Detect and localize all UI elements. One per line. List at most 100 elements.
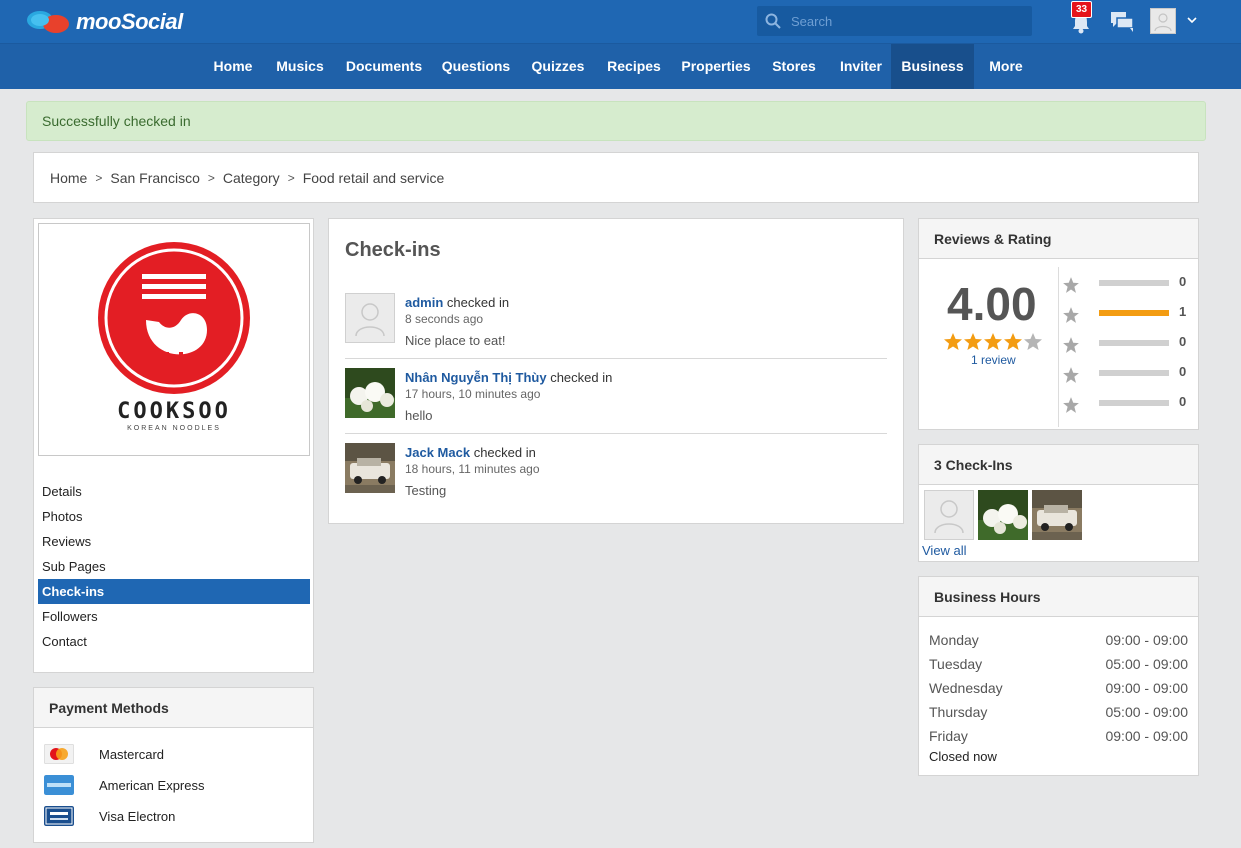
messages-icon[interactable] [1111, 12, 1133, 32]
nav-business[interactable]: Business [891, 44, 974, 89]
menu-photos[interactable]: Photos [38, 504, 310, 529]
checkin-avatar[interactable] [345, 368, 395, 418]
hours-time: 09:00 - 09:00 [1105, 680, 1188, 696]
checkin-thumb[interactable] [978, 490, 1028, 540]
user-avatar[interactable] [1150, 8, 1176, 34]
user-silhouette-icon [355, 303, 385, 337]
rating-score: 4.00 [947, 278, 1037, 330]
hours-day: Wednesday [929, 680, 1003, 696]
checkin-action: checked in [473, 445, 536, 460]
payment-mastercard: Mastercard [44, 742, 164, 766]
hours-day: Monday [929, 632, 979, 648]
hours-time: 09:00 - 09:00 [1105, 728, 1188, 744]
hours-day: Thursday [929, 704, 988, 720]
nav-quizzes[interactable]: Quizzes [525, 44, 591, 89]
search-input[interactable] [791, 13, 1011, 29]
breadcrumb-city[interactable]: San Francisco [110, 170, 199, 186]
payment-label: American Express [99, 777, 205, 793]
nav-home[interactable]: Home [205, 44, 261, 89]
nav-documents[interactable]: Documents [340, 44, 428, 89]
payment-amex: American Express [44, 773, 204, 797]
checkin-user-link[interactable]: Nhân Nguyễn Thị Thùy [405, 370, 547, 385]
checkin-thumb[interactable] [1032, 490, 1082, 540]
nav-recipes[interactable]: Recipes [601, 44, 667, 89]
checkin-avatar[interactable] [345, 293, 395, 343]
menu-sub-pages[interactable]: Sub Pages [38, 554, 310, 579]
rating-bar-row: 1 [1060, 302, 1200, 323]
checkin-user-link[interactable]: Jack Mack [405, 445, 470, 460]
american-express-icon [44, 775, 74, 795]
breadcrumb-current[interactable]: Food retail and service [303, 170, 445, 186]
payment-visa-electron: Visa Electron [44, 804, 175, 828]
visa-electron-icon [44, 806, 74, 826]
rating-bar-fill [1099, 310, 1169, 316]
menu-details[interactable]: Details [38, 479, 310, 504]
logo-tagline: KOREAN NOODLES [127, 425, 221, 432]
menu-check-ins[interactable]: Check-ins [38, 579, 310, 604]
rating-bar-row: 0 [1060, 362, 1200, 383]
open-status: Closed now [929, 749, 997, 764]
nav-musics[interactable]: Musics [269, 44, 331, 89]
checkin-heading: admin checked in [405, 295, 509, 310]
rating-stars [943, 332, 1043, 352]
user-silhouette-icon [934, 500, 964, 534]
rating-bar-track [1099, 310, 1169, 316]
menu-contact[interactable]: Contact [38, 629, 310, 654]
menu-reviews[interactable]: Reviews [38, 529, 310, 554]
site-logo[interactable]: mooSocial [26, 7, 183, 37]
divider [345, 433, 887, 434]
hours-row: Tuesday 05:00 - 09:00 [929, 656, 1188, 680]
user-silhouette-icon [1154, 13, 1172, 32]
notification-badge: 33 [1071, 1, 1093, 18]
hours-time: 09:00 - 09:00 [1105, 632, 1188, 648]
breadcrumb-category[interactable]: Category [223, 170, 280, 186]
breadcrumb-home[interactable]: Home [50, 170, 87, 186]
top-header: mooSocial 33 [0, 0, 1241, 43]
business-hours-panel: Business Hours Monday 09:00 - 09:00 Tues… [918, 576, 1199, 776]
search-icon [765, 13, 781, 29]
view-all-link[interactable]: View all [922, 543, 967, 558]
flowers-photo-icon [978, 490, 1028, 540]
star-filled-icon [964, 333, 982, 350]
car-photo-icon [1032, 490, 1082, 540]
logo-name: COOKSOO [117, 399, 231, 424]
chevron-down-icon[interactable] [1187, 15, 1197, 25]
review-count-link[interactable]: 1 review [971, 353, 1016, 367]
star-filled-icon [984, 333, 1002, 350]
star-filled-icon [1004, 333, 1022, 350]
checkin-user-link[interactable]: admin [405, 295, 443, 310]
nav-questions[interactable]: Questions [437, 44, 515, 89]
nav-stores[interactable]: Stores [766, 44, 822, 89]
checkin-time: 17 hours, 10 minutes ago [405, 387, 541, 401]
star-icon [1063, 397, 1079, 413]
checkins-summary-title: 3 Check-Ins [919, 445, 1198, 485]
nav-more[interactable]: More [981, 44, 1031, 89]
checkin-avatar[interactable] [345, 443, 395, 493]
mastercard-icon [44, 744, 74, 764]
payment-label: Visa Electron [99, 808, 176, 824]
payment-methods-panel: Payment Methods Mastercard American Expr… [33, 687, 314, 843]
star-filled-icon [944, 333, 962, 350]
checkin-thumb[interactable] [924, 490, 974, 540]
flowers-photo-icon [345, 368, 395, 418]
checkin-heading: Nhân Nguyễn Thị Thùy checked in [405, 370, 612, 385]
checkin-action: checked in [446, 295, 510, 310]
nav-properties[interactable]: Properties [677, 44, 755, 89]
hours-day: Friday [929, 728, 968, 744]
breadcrumb-separator: > [207, 170, 215, 185]
hours-row: Thursday 05:00 - 09:00 [929, 704, 1188, 728]
search-box [757, 6, 1032, 36]
divider [1058, 267, 1059, 427]
star-icon [1063, 277, 1079, 293]
star-empty-icon [1024, 333, 1042, 350]
checkins-summary-panel: 3 Check-Ins View all [918, 444, 1199, 562]
business-profile-panel: COOKSOO KOREAN NOODLES Details Photos Re… [33, 218, 314, 673]
star-icon [1063, 337, 1079, 353]
checkin-message: Nice place to eat! [405, 333, 506, 348]
rating-bar-row: 0 [1060, 392, 1200, 413]
logo-text: mooSocial [76, 9, 183, 34]
nav-inviter[interactable]: Inviter [832, 44, 890, 89]
business-menu: Details Photos Reviews Sub Pages Check-i… [38, 479, 310, 654]
menu-followers[interactable]: Followers [38, 604, 310, 629]
checkin-action: checked in [550, 370, 613, 385]
